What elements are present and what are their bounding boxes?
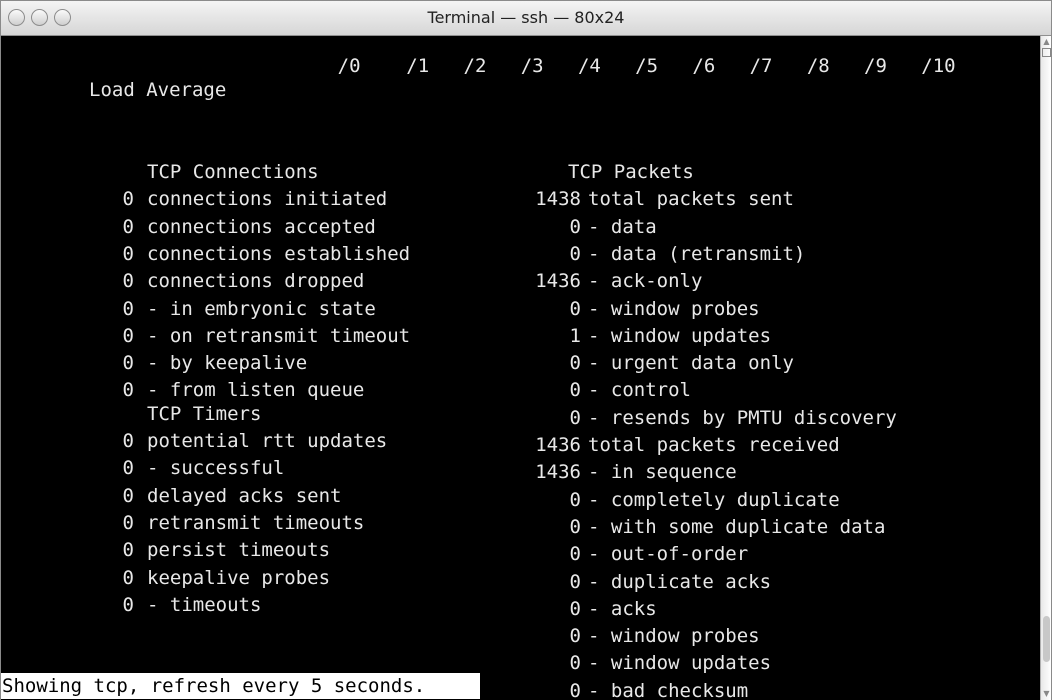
stat-label: connections dropped	[147, 270, 365, 292]
stat-value: 0	[569, 489, 581, 511]
stat-label: - acks	[588, 598, 657, 620]
stat-label: total packets sent	[588, 188, 794, 210]
stat-label: connections established	[147, 243, 411, 265]
stat-value: 0	[569, 352, 581, 374]
stat-value: 0	[122, 539, 134, 561]
stat-value: 0	[122, 512, 134, 534]
stat-label: - resends by PMTU discovery	[588, 407, 897, 429]
status-line: Showing tcp, refresh every 5 seconds.	[1, 673, 480, 699]
stat-value: 0	[569, 598, 581, 620]
stat-value: 0	[569, 625, 581, 647]
stat-label: persist timeouts	[147, 539, 331, 561]
stat-label: delayed acks sent	[147, 485, 342, 507]
stat-label: - timeouts	[147, 594, 262, 616]
stat-label: - urgent data only	[588, 352, 794, 374]
stat-label: - completely duplicate	[588, 489, 840, 511]
terminal-screen[interactable]: /0 /1 /2 /3 /4 /5 /6 /7 /8 /9 /10 Load A…	[1, 36, 1041, 700]
stat-value: 0	[122, 379, 134, 401]
stat-value: 1	[569, 325, 581, 347]
stat-value: 1436	[535, 461, 581, 483]
load-scale: /0 /1 /2 /3 /4 /5 /6 /7 /8 /9 /10	[269, 36, 956, 99]
stat-label: - duplicate acks	[588, 571, 772, 593]
stat-value: 1436	[535, 434, 581, 456]
tcp-timers-heading: TCP Timers	[147, 403, 262, 425]
stat-label: - window probes	[588, 298, 760, 320]
stat-value: 0	[569, 571, 581, 593]
stat-label: - from listen queue	[147, 379, 365, 401]
load-scale-tick: /2	[463, 55, 487, 77]
stat-label: connections accepted	[147, 216, 376, 238]
stat-label: connections initiated	[147, 188, 388, 210]
load-scale-tick: /0	[337, 55, 361, 77]
stat-value: 0	[569, 243, 581, 265]
stat-label: total packets received	[588, 434, 840, 456]
stat-value: 0	[569, 680, 581, 700]
stat-label: - bad checksum	[588, 680, 749, 700]
stat-value: 0	[122, 325, 134, 347]
stat-label: - on retransmit timeout	[147, 325, 411, 347]
load-scale-tick: /10	[921, 55, 956, 77]
load-scale-tick: /6	[692, 55, 716, 77]
stat-value: 0	[569, 652, 581, 674]
stat-label: - ack-only	[588, 270, 703, 292]
title-bar[interactable]: Terminal — ssh — 80x24	[1, 1, 1051, 36]
split-pane-icon[interactable]	[1042, 48, 1051, 57]
stat-label: retransmit timeouts	[147, 512, 365, 534]
load-scale-tick: /8	[806, 55, 830, 77]
stat-value: 0	[569, 298, 581, 320]
vertical-scrollbar[interactable]: ▲ ▼	[1040, 36, 1051, 700]
scroll-down-arrow-icon[interactable]: ▼	[1042, 689, 1051, 699]
stat-value: 0	[122, 457, 134, 479]
stat-value: 0	[122, 270, 134, 292]
load-scale-tick: /4	[577, 55, 601, 77]
stat-label: keepalive probes	[147, 567, 331, 589]
scroll-up-arrow-icon[interactable]: ▲	[1042, 37, 1051, 47]
stat-value: 0	[569, 516, 581, 538]
stat-label: - by keepalive	[147, 352, 308, 374]
stat-label: - window updates	[588, 325, 772, 347]
stat-label: - control	[588, 379, 691, 401]
stat-value: 0	[122, 298, 134, 320]
stat-value: 0	[122, 567, 134, 589]
load-scale-tick: /1	[406, 55, 430, 77]
stat-value: 0	[569, 379, 581, 401]
stat-value: 0	[569, 543, 581, 565]
stat-label: - in sequence	[588, 461, 737, 483]
scroll-thumb[interactable]	[1043, 616, 1050, 662]
stat-label: - with some duplicate data	[588, 516, 886, 538]
stat-label: - out-of-order	[588, 543, 749, 565]
stat-label: potential rtt updates	[147, 430, 388, 452]
stat-value: 0	[122, 216, 134, 238]
stat-label: - window updates	[588, 652, 772, 674]
window-title: Terminal — ssh — 80x24	[427, 8, 625, 27]
stat-value: 0	[569, 216, 581, 238]
stat-value: 0	[569, 407, 581, 429]
stat-label: - successful	[147, 457, 285, 479]
stat-label: - data	[588, 216, 657, 238]
stat-value: 0	[122, 352, 134, 374]
stat-label: - in embryonic state	[147, 298, 376, 320]
load-scale-tick: /9	[864, 55, 887, 77]
stat-value: 0	[122, 188, 134, 210]
stat-value: 0	[122, 485, 134, 507]
stat-value: 0	[122, 594, 134, 616]
load-scale-tick: /7	[749, 55, 773, 77]
load-scale-tick: /5	[635, 55, 659, 77]
stat-label: - window probes	[588, 625, 760, 647]
stat-value: 0	[122, 243, 134, 265]
tcp-connections-heading: TCP Connections	[147, 161, 319, 183]
terminal-window: Terminal — ssh — 80x24 /0 /1 /2 /3 /4 /5…	[0, 0, 1052, 700]
load-scale-tick: /3	[520, 55, 544, 77]
stat-label: - data (retransmit)	[588, 243, 806, 265]
tcp-packets-heading: TCP Packets	[568, 161, 694, 183]
stat-value: 1436	[535, 270, 581, 292]
stat-value: 1438	[535, 188, 581, 210]
load-average-label: Load Average	[89, 79, 227, 101]
stat-value: 0	[122, 430, 134, 452]
